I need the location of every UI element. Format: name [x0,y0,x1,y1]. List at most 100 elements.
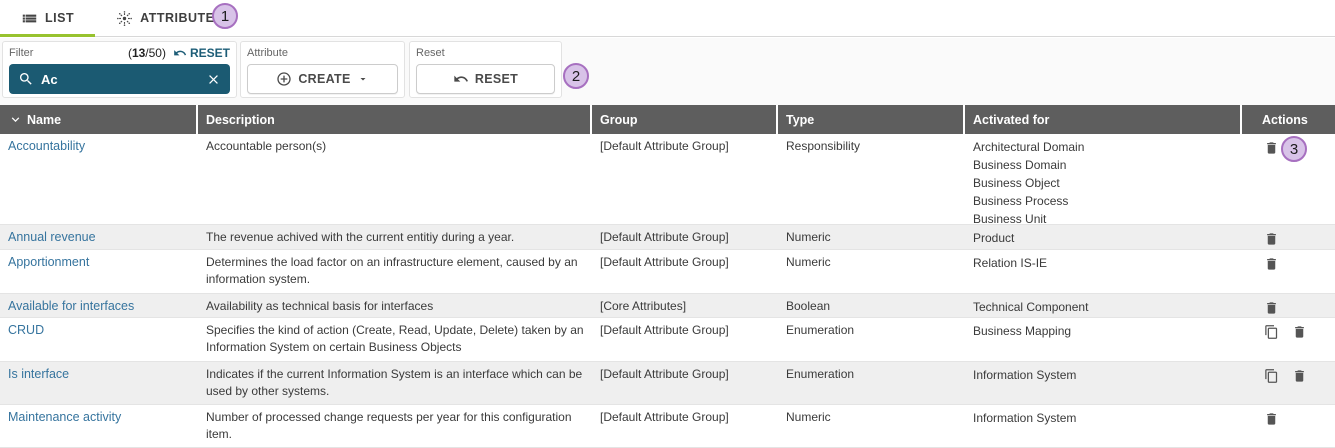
annotation-step-3: 3 [1281,136,1307,162]
attribute-type: Numeric [778,250,965,293]
attribute-group: [Core Attributes] [592,294,778,317]
attribute-description: Specifies the kind of action (Create, Re… [198,318,592,361]
column-header-name[interactable]: Name [0,105,196,134]
copy-icon[interactable] [1264,324,1279,361]
attribute-group: [Default Attribute Group] [592,318,778,361]
attribute-panel: Attribute CREATE [240,41,405,98]
reset-button[interactable]: RESET [416,64,555,94]
attribute-name-link[interactable]: Accountability [8,139,85,153]
actions-cell [1242,318,1335,361]
attribute-description: Number of processed change requests per … [198,405,592,447]
sort-chevron-down-icon [8,112,27,127]
activated-for-item: Product [973,229,1236,247]
attribute-type: Enumeration [778,362,965,404]
delete-icon[interactable] [1292,368,1307,404]
create-attribute-button[interactable]: CREATE [247,64,398,94]
table-row: Maintenance activity Number of processed … [0,405,1335,448]
annotation-step-2: 2 [563,63,589,89]
attribute-name-link[interactable]: Maintenance activity [8,410,121,424]
activated-for-cell: Architectural DomainBusiness Domain Busin… [965,134,1242,224]
activated-for-cell: Information System [965,405,1242,447]
attribute-name-link[interactable]: Annual revenue [8,230,96,244]
name-cell: Annual revenue [0,225,198,249]
tab-list[interactable]: LIST [0,0,95,36]
tab-list-label: LIST [45,11,74,25]
attributes-table: NameDescriptionGroupTypeActivated forAct… [0,105,1335,448]
delete-icon[interactable] [1264,140,1279,224]
filter-panel-label: Filter [9,47,33,59]
filter-panel: Filter (13/50) RESET Ac [2,41,237,98]
tab-bar: LIST ATTRIBUTE [0,0,1335,37]
name-cell: Accountability [0,134,198,224]
undo-icon [453,71,469,87]
filter-reset-link[interactable]: RESET [173,46,230,60]
reset-panel-label: Reset [416,47,445,59]
filter-search-input[interactable]: Ac [9,64,230,94]
close-icon[interactable] [206,72,221,87]
attribute-name-link[interactable]: CRUD [8,323,44,337]
table-row: Annual revenue The revenue achived with t… [0,225,1335,250]
column-header-actions[interactable]: Actions [1242,105,1335,134]
activated-for-item: Business Domain [973,156,1236,174]
list-icon [21,10,38,27]
attribute-group: [Default Attribute Group] [592,225,778,249]
activated-for-item: Relation IS-IE [973,254,1236,272]
activated-for-item: Architectural Domain [973,138,1236,156]
table-row: CRUD Specifies the kind of action (Create… [0,318,1335,362]
actions-cell [1242,294,1335,317]
column-header-activated_for[interactable]: Activated for [965,105,1240,134]
attribute-type: Numeric [778,405,965,447]
attribute-group: [Default Attribute Group] [592,362,778,404]
activated-for-item: Business Unit [973,210,1236,224]
attribute-description: Availability as technical basis for inte… [198,294,592,317]
filter-search-value: Ac [41,72,206,87]
column-header-group[interactable]: Group [592,105,776,134]
attribute-group: [Default Attribute Group] [592,134,778,224]
attribute-name-link[interactable]: Is interface [8,367,69,381]
delete-icon[interactable] [1264,300,1279,317]
attribute-type: Enumeration [778,318,965,361]
table-body: AccountabilityAccountable person(s)[Defa… [0,134,1335,448]
attribute-name-link[interactable]: Available for interfaces [8,299,134,313]
table-row: Is interfaceIndicates if the current Inf… [0,362,1335,405]
delete-icon[interactable] [1292,324,1307,361]
activated-for-item: Information System [973,409,1236,427]
column-header-type[interactable]: Type [778,105,963,134]
name-cell: Available for interfaces [0,294,198,317]
delete-icon[interactable] [1264,256,1279,293]
activated-for-item: Information System [973,366,1236,384]
attribute-description: Determines the load factor on an infrast… [198,250,592,293]
table-header: NameDescriptionGroupTypeActivated forAct… [0,105,1335,134]
annotation-step-1: 1 [212,3,238,29]
table-row: Available for interfaces Availability as … [0,294,1335,318]
attribute-group: [Default Attribute Group] [592,250,778,293]
attribute-name-link[interactable]: Apportionment [8,255,89,269]
activated-for-cell: Relation IS-IE [965,250,1242,293]
actions-cell [1242,250,1335,293]
column-header-description[interactable]: Description [198,105,590,134]
attribute-description: The revenue achived with the current ent… [198,225,592,249]
delete-icon[interactable] [1264,411,1279,447]
delete-icon[interactable] [1264,231,1279,249]
activated-for-cell: Business Mapping [965,318,1242,361]
attribute-type: Boolean [778,294,965,317]
toolbar: Filter (13/50) RESET Ac Attribute [0,38,1335,105]
attribute-type: Numeric [778,225,965,249]
activated-for-cell: Technical Component [965,294,1242,317]
name-cell: Maintenance activity [0,405,198,447]
activated-for-cell: Information System [965,362,1242,404]
table-row: Accountability Accountable person(s)[Defa… [0,134,1335,225]
undo-icon [173,46,187,60]
chevron-down-icon [357,73,369,85]
search-icon [18,71,34,87]
name-cell: CRUD [0,318,198,361]
reset-panel: Reset RESET [409,41,562,98]
plus-circle-icon [276,71,292,87]
filter-count: (13/50) [128,46,166,60]
attribute-description: Accountable person(s) [198,134,592,224]
attribute-group: [Default Attribute Group] [592,405,778,447]
attribute-panel-label: Attribute [247,47,288,59]
tab-attribute-label: ATTRIBUTE [140,11,214,25]
copy-icon[interactable] [1264,368,1279,404]
activated-for-item: Technical Component [973,298,1236,316]
